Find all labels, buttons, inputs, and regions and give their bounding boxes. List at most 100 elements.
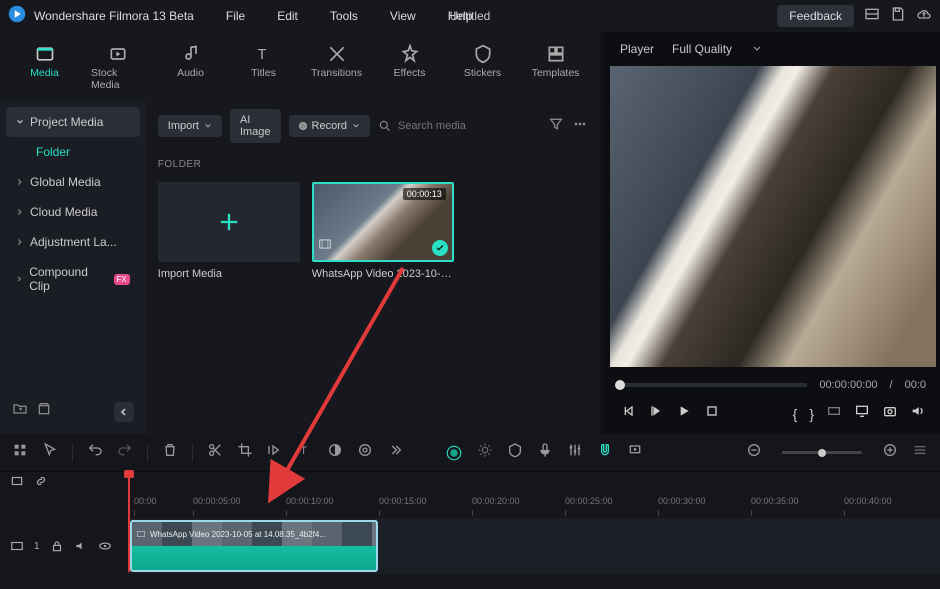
detach-audio-icon[interactable] — [357, 442, 373, 463]
quality-dropdown[interactable]: Full Quality — [672, 42, 762, 56]
stop-button[interactable] — [704, 403, 720, 424]
menu-view[interactable]: View — [376, 5, 430, 27]
ruler-tick: 00:00:35:00 — [751, 496, 799, 506]
crop-icon[interactable] — [237, 442, 253, 463]
marker-icon[interactable] — [627, 442, 643, 463]
sidebar-item-adjustment-layer[interactable]: Adjustment La... — [6, 227, 140, 257]
more-tools-icon[interactable] — [387, 442, 403, 463]
timeline-clip[interactable]: WhatsApp Video 2023-10-05 at 14.08.35_4b… — [130, 520, 378, 572]
tab-label: Templates — [532, 67, 580, 79]
sidebar-label: Compound Clip — [29, 265, 103, 293]
quality-label: Full Quality — [672, 42, 732, 56]
tab-titles[interactable]: TTitles — [231, 40, 296, 95]
audio-mixer-icon[interactable] — [567, 442, 583, 463]
visibility-icon[interactable] — [98, 539, 112, 553]
undo-icon[interactable] — [87, 442, 103, 463]
split-icon[interactable] — [207, 442, 223, 463]
time-total: 00:0 — [905, 379, 926, 391]
tab-media[interactable]: Media — [12, 40, 77, 95]
play-button[interactable] — [676, 403, 692, 424]
sidebar-folder[interactable]: Folder — [6, 137, 140, 167]
display-icon[interactable] — [854, 403, 870, 424]
tab-label: Titles — [251, 67, 276, 79]
prev-frame-button[interactable] — [620, 403, 636, 424]
text-icon[interactable]: T — [297, 442, 313, 463]
video-track-header[interactable]: 1 — [0, 518, 128, 574]
player-tab[interactable]: Player — [620, 42, 654, 56]
delete-icon[interactable] — [162, 442, 178, 463]
import-button[interactable]: Import — [158, 115, 222, 137]
search-input[interactable] — [398, 120, 540, 132]
menu-edit[interactable]: Edit — [263, 5, 312, 27]
record-label: Record — [312, 120, 347, 132]
collapse-sidebar-button[interactable] — [114, 402, 134, 422]
ruler-tick: 00:00:05:00 — [193, 496, 241, 506]
tab-media-label: Media — [30, 67, 59, 79]
tab-audio[interactable]: Audio — [158, 40, 223, 95]
tab-label: Transitions — [311, 67, 362, 79]
video-preview[interactable] — [610, 66, 936, 367]
lock-track-icon[interactable] — [10, 474, 24, 493]
cloud-upload-icon[interactable] — [916, 6, 932, 27]
ratio-icon[interactable] — [826, 403, 842, 424]
new-folder-icon[interactable] — [12, 401, 28, 422]
save-icon[interactable] — [890, 6, 906, 27]
menu-file[interactable]: File — [212, 5, 259, 27]
tab-stock-media[interactable]: Stock Media — [85, 40, 150, 95]
voiceover-icon[interactable] — [537, 442, 553, 463]
bin-icon[interactable] — [36, 401, 52, 422]
layout-icon[interactable] — [864, 6, 880, 27]
tab-templates[interactable]: Templates — [523, 40, 588, 95]
volume-icon[interactable] — [910, 403, 926, 424]
mark-out-icon[interactable]: } — [809, 406, 814, 422]
sidebar-item-compound-clip[interactable]: Compound ClipFX — [6, 257, 140, 301]
link-track-icon[interactable] — [34, 474, 48, 493]
magnet-icon[interactable] — [597, 442, 613, 463]
timeline-ruler[interactable]: 00:00 00:00:05:00 00:00:10:00 00:00:15:0… — [128, 494, 940, 518]
mute-track-icon[interactable] — [74, 539, 88, 553]
redo-icon[interactable] — [117, 442, 133, 463]
clip-video-icon — [136, 529, 146, 539]
record-button[interactable]: Record — [289, 115, 370, 137]
time-sep: / — [890, 379, 893, 391]
zoom-out-icon[interactable] — [746, 442, 762, 463]
snapshot-icon[interactable] — [882, 403, 898, 424]
filter-icon[interactable] — [548, 116, 564, 137]
grid-icon[interactable] — [12, 442, 28, 463]
speed-icon[interactable] — [267, 442, 283, 463]
sidebar-label: Cloud Media — [30, 205, 97, 219]
sidebar-label: Adjustment La... — [30, 235, 117, 249]
cursor-icon[interactable] — [42, 442, 58, 463]
tab-effects[interactable]: Effects — [377, 40, 442, 95]
menu-tools[interactable]: Tools — [316, 5, 372, 27]
tab-stickers[interactable]: Stickers — [450, 40, 515, 95]
zoom-in-icon[interactable] — [882, 442, 898, 463]
adjust-icon[interactable] — [477, 442, 493, 463]
media-clip-card[interactable]: 00:00:13 WhatsApp Video 2023-10-05... — [312, 182, 454, 280]
time-current: 00:00:00:00 — [819, 379, 877, 391]
tab-label: Audio — [177, 67, 204, 79]
playhead[interactable] — [128, 472, 130, 572]
video-track-lane[interactable]: WhatsApp Video 2023-10-05 at 14.08.35_4b… — [128, 518, 940, 574]
color-icon[interactable] — [327, 442, 343, 463]
ai-image-button[interactable]: AI Image — [230, 109, 281, 143]
feedback-button[interactable]: Feedback — [777, 5, 854, 27]
scrub-bar[interactable] — [620, 383, 807, 387]
ruler-tick: 00:00:30:00 — [658, 496, 706, 506]
mark-in-icon[interactable]: { — [793, 406, 798, 422]
scrub-thumb[interactable] — [615, 380, 625, 390]
timeline-view-icon[interactable] — [912, 442, 928, 463]
tab-label: Effects — [394, 67, 426, 79]
sidebar-item-project-media[interactable]: Project Media — [6, 107, 140, 137]
tab-transitions[interactable]: Transitions — [304, 40, 369, 95]
green-screen-icon[interactable] — [507, 442, 523, 463]
sidebar-item-cloud-media[interactable]: Cloud Media — [6, 197, 140, 227]
import-media-card[interactable]: Import Media — [158, 182, 300, 280]
lock-icon[interactable] — [50, 539, 64, 553]
zoom-slider[interactable] — [782, 451, 862, 454]
more-icon[interactable] — [572, 116, 588, 137]
ai-button[interactable] — [445, 444, 463, 462]
ruler-tick: 00:00:20:00 — [472, 496, 520, 506]
sidebar-item-global-media[interactable]: Global Media — [6, 167, 140, 197]
play-pause-button[interactable] — [648, 403, 664, 424]
